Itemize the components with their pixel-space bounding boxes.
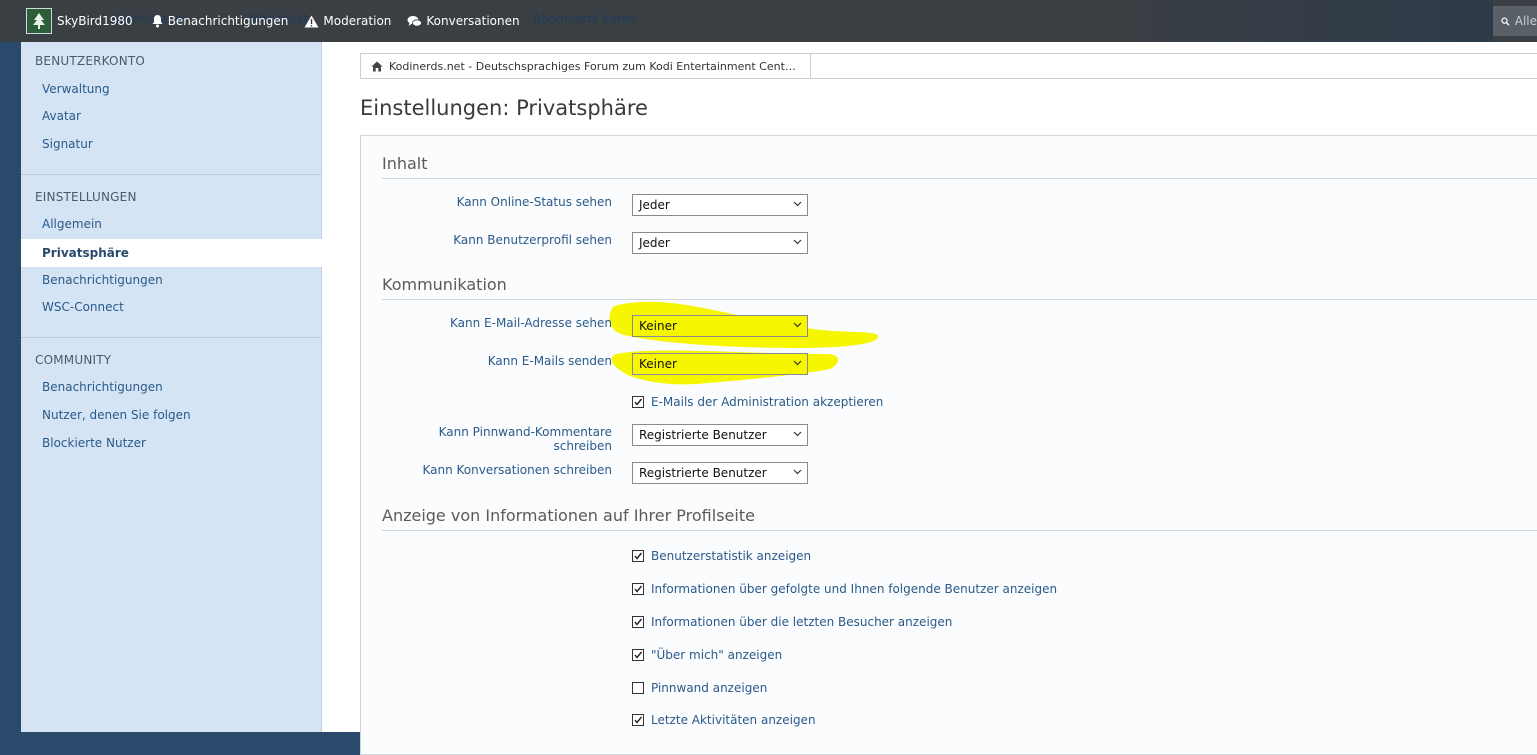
checkbox-last-visitors-label: Informationen über die letzten Besucher … bbox=[651, 615, 953, 629]
sidebar-item-wsc-connect[interactable]: WSC-Connect bbox=[21, 293, 322, 321]
main-content: Kodinerds.net - Deutschsprachiges Forum … bbox=[322, 42, 1537, 755]
select-conversations-value: Registrierte Benutzer bbox=[639, 466, 767, 480]
select-email-visibility[interactable]: Keiner bbox=[632, 315, 808, 337]
label-profile-visibility: Kann Benutzerprofil sehen bbox=[453, 233, 612, 247]
user-menu[interactable]: SkyBird1980 bbox=[26, 8, 133, 34]
select-online-status[interactable]: Jeder bbox=[632, 194, 808, 216]
section-heading-profile-display: Anzeige von Informationen auf Ihrer Prof… bbox=[382, 506, 1537, 531]
section-heading-communication: Kommunikation bbox=[382, 275, 1537, 300]
sidebar-section-community: COMMUNITY bbox=[35, 353, 112, 367]
checkbox-recent-activity-label: Letzte Aktivitäten anzeigen bbox=[651, 713, 816, 727]
chevron-down-icon bbox=[793, 360, 802, 366]
page-background-strip bbox=[0, 42, 21, 732]
checkbox-row-admin-emails[interactable]: E-Mails der Administration akzeptieren bbox=[632, 395, 883, 409]
user-panel: SkyBird1980 Benachrichtigungen Moderatio… bbox=[26, 0, 536, 42]
search-icon bbox=[1501, 16, 1510, 26]
checkbox-recent-activity[interactable] bbox=[632, 714, 644, 726]
warning-icon bbox=[304, 15, 319, 27]
top-bar-backdrop bbox=[1113, 0, 1493, 42]
sidebar-item-privatsphaere[interactable]: Privatsphäre bbox=[21, 239, 322, 267]
chevron-down-icon bbox=[793, 469, 802, 475]
check-icon bbox=[634, 716, 643, 724]
select-send-emails-value: Keiner bbox=[639, 357, 677, 371]
label-email-visibility: Kann E-Mail-Adresse sehen bbox=[450, 316, 612, 330]
sidebar-item-allgemein[interactable]: Allgemein bbox=[21, 210, 322, 238]
chevron-down-icon bbox=[793, 239, 802, 245]
select-profile-visibility-value: Jeder bbox=[639, 236, 670, 250]
sidebar: BENUTZERKONTO Verwaltung Avatar Signatur… bbox=[21, 42, 322, 732]
checkbox-row-recent-activity[interactable]: Letzte Aktivitäten anzeigen bbox=[632, 713, 816, 727]
sidebar-item-avatar[interactable]: Avatar bbox=[21, 102, 322, 130]
label-wall-comments: Kann Pinnwand-Kommentare schreiben bbox=[438, 425, 612, 453]
section-heading-content: Inhalt bbox=[382, 154, 1537, 179]
avatar-tree-icon bbox=[29, 11, 49, 31]
select-wall-comments-value: Registrierte Benutzer bbox=[639, 428, 767, 442]
checkbox-wall[interactable] bbox=[632, 682, 644, 694]
select-profile-visibility[interactable]: Jeder bbox=[632, 232, 808, 254]
sidebar-divider bbox=[21, 174, 321, 175]
label-online-status: Kann Online-Status sehen bbox=[456, 195, 612, 209]
sidebar-item-community-notifications[interactable]: Benachrichtigungen bbox=[21, 373, 322, 401]
checkbox-admin-emails-label: E-Mails der Administration akzeptieren bbox=[651, 395, 884, 409]
checkbox-row-last-visitors[interactable]: Informationen über die letzten Besucher … bbox=[632, 615, 952, 629]
search-box[interactable]: Alle bbox=[1493, 6, 1537, 36]
bell-icon bbox=[152, 15, 163, 28]
select-conversations[interactable]: Registrierte Benutzer bbox=[632, 462, 808, 484]
chevron-down-icon bbox=[793, 201, 802, 207]
select-send-emails[interactable]: Keiner bbox=[632, 353, 808, 375]
check-icon bbox=[634, 398, 643, 406]
breadcrumb-label: Kodinerds.net - Deutschsprachiges Forum … bbox=[389, 59, 796, 73]
sidebar-item-following[interactable]: Nutzer, denen Sie folgen bbox=[21, 401, 322, 429]
check-icon bbox=[634, 618, 643, 626]
username-label: SkyBird1980 bbox=[57, 14, 133, 28]
breadcrumb-item-home[interactable]: Kodinerds.net - Deutschsprachiges Forum … bbox=[361, 54, 811, 78]
select-wall-comments[interactable]: Registrierte Benutzer bbox=[632, 424, 808, 446]
checkbox-row-user-stats[interactable]: Benutzerstatistik anzeigen bbox=[632, 549, 811, 563]
menu-item-subscribed-forums[interactable]: Abonnierte Foren bbox=[533, 12, 636, 26]
nav-notifications[interactable]: Benachrichtigungen bbox=[151, 14, 289, 28]
nav-moderation-label: Moderation bbox=[323, 14, 392, 28]
checkbox-followers-label: Informationen über gefolgte und Ihnen fo… bbox=[651, 582, 1058, 596]
nav-moderation[interactable]: Moderation bbox=[304, 14, 391, 28]
page-title: Einstellungen: Privatsphäre bbox=[360, 96, 648, 120]
checkbox-followers[interactable] bbox=[632, 583, 644, 595]
highlighter-marks bbox=[609, 301, 879, 385]
sidebar-section-account: BENUTZERKONTO bbox=[35, 54, 146, 68]
home-icon bbox=[371, 61, 383, 71]
avatar bbox=[26, 8, 52, 34]
chat-bubbles-icon bbox=[407, 15, 423, 27]
search-placeholder: Alle bbox=[1514, 14, 1537, 28]
check-icon bbox=[634, 552, 643, 560]
chevron-down-icon bbox=[793, 431, 802, 437]
label-send-emails: Kann E-Mails senden bbox=[487, 354, 612, 368]
check-icon bbox=[634, 585, 643, 593]
checkbox-wall-label: Pinnwand anzeigen bbox=[651, 681, 768, 695]
nav-notifications-label: Benachrichtigungen bbox=[167, 14, 289, 28]
chevron-down-icon bbox=[793, 322, 802, 328]
sidebar-item-signatur[interactable]: Signatur bbox=[21, 130, 322, 158]
select-email-visibility-value: Keiner bbox=[639, 319, 677, 333]
check-icon bbox=[634, 651, 643, 659]
sidebar-item-benachrichtigungen[interactable]: Benachrichtigungen bbox=[21, 266, 322, 294]
checkbox-about-me-label: "Über mich" anzeigen bbox=[651, 648, 783, 662]
sidebar-item-verwaltung[interactable]: Verwaltung bbox=[21, 75, 322, 103]
top-bar: Nachrichten Mitglieder Abonnierte Foren … bbox=[0, 0, 1537, 42]
select-online-status-value: Jeder bbox=[639, 198, 670, 212]
nav-conversations[interactable]: Konversationen bbox=[407, 14, 520, 28]
breadcrumb: Kodinerds.net - Deutschsprachiges Forum … bbox=[360, 53, 1537, 79]
sidebar-section-settings: EINSTELLUNGEN bbox=[35, 190, 137, 204]
checkbox-about-me[interactable] bbox=[632, 649, 644, 661]
sidebar-item-blocked-users[interactable]: Blockierte Nutzer bbox=[21, 429, 322, 457]
checkbox-row-about-me[interactable]: "Über mich" anzeigen bbox=[632, 648, 782, 662]
checkbox-user-stats-label: Benutzerstatistik anzeigen bbox=[651, 549, 812, 563]
settings-panel: Inhalt Kann Online-Status sehen Jeder Ka… bbox=[360, 135, 1537, 755]
checkbox-row-followers[interactable]: Informationen über gefolgte und Ihnen fo… bbox=[632, 582, 1057, 596]
checkbox-admin-emails[interactable] bbox=[632, 396, 644, 408]
checkbox-last-visitors[interactable] bbox=[632, 616, 644, 628]
checkbox-row-wall[interactable]: Pinnwand anzeigen bbox=[632, 681, 767, 695]
sidebar-divider bbox=[21, 337, 321, 338]
checkbox-user-stats[interactable] bbox=[632, 550, 644, 562]
label-conversations: Kann Konversationen schreiben bbox=[422, 463, 612, 477]
nav-conversations-label: Konversationen bbox=[426, 14, 520, 28]
